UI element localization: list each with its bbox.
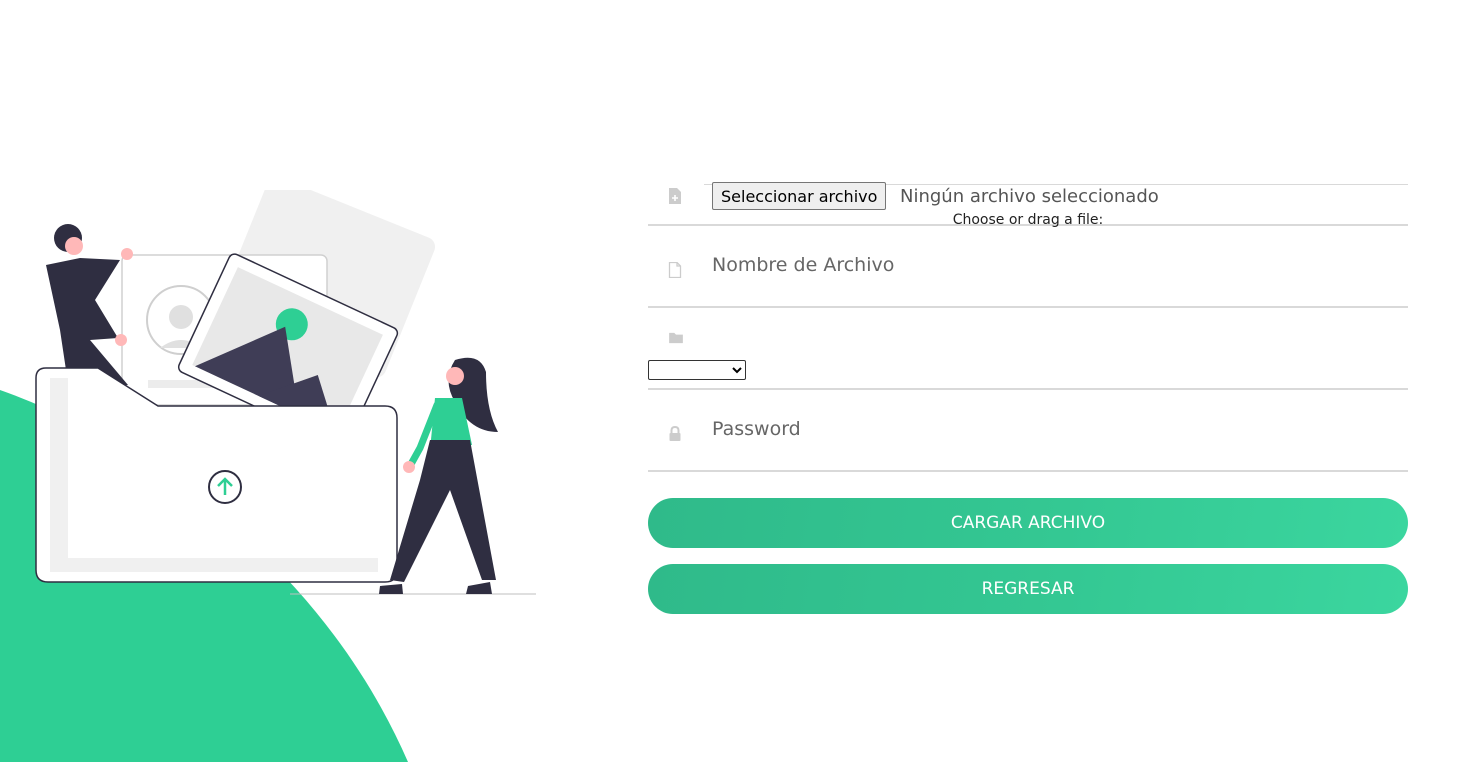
upload-illustration bbox=[35, 190, 536, 595]
password-input[interactable] bbox=[712, 418, 1392, 440]
lock-icon bbox=[669, 426, 681, 441]
filename-input[interactable] bbox=[712, 254, 1392, 276]
file-upload-row: Seleccionar archivo Ningún archivo selec… bbox=[648, 170, 1408, 228]
file-plus-icon bbox=[669, 188, 681, 204]
back-button[interactable]: REGRESAR bbox=[648, 564, 1408, 614]
file-status-text: Ningún archivo seleccionado bbox=[900, 186, 1159, 207]
password-row bbox=[648, 390, 1408, 472]
folder-select[interactable] bbox=[648, 360, 746, 380]
folder-icon bbox=[669, 332, 683, 344]
select-file-button[interactable]: Seleccionar archivo bbox=[712, 182, 887, 210]
upload-form: Seleccionar archivo Ningún archivo selec… bbox=[648, 170, 1408, 614]
folder-row bbox=[648, 308, 1408, 390]
upload-file-button[interactable]: CARGAR ARCHIVO bbox=[648, 498, 1408, 548]
filename-row bbox=[648, 226, 1408, 308]
file-icon bbox=[668, 262, 682, 278]
